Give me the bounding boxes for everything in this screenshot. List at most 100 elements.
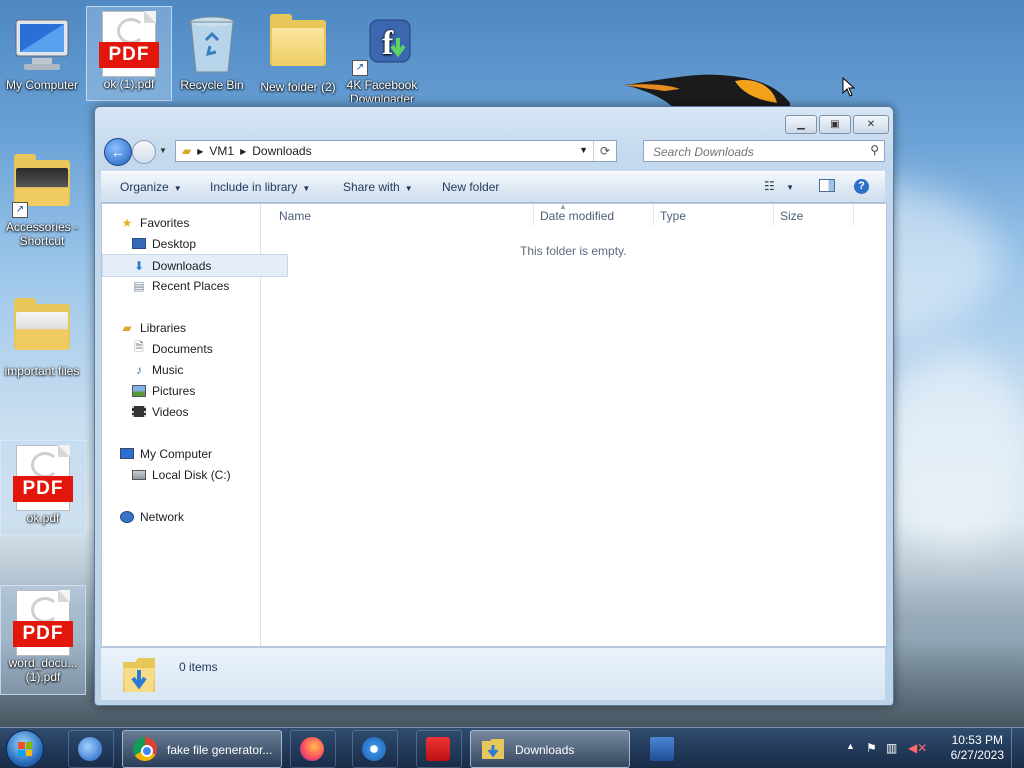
taskbar-explorer-window[interactable]: Downloads: [470, 730, 630, 768]
item-count: 0 items: [179, 660, 218, 674]
desktop-icon-word-docu-1-pdf[interactable]: PDF word_docu... (1).pdf: [0, 585, 86, 695]
minimize-button[interactable]: ▁: [785, 115, 817, 134]
svg-text:f: f: [382, 25, 394, 62]
nav-network[interactable]: Network: [102, 506, 278, 527]
search-box[interactable]: ⚲: [643, 140, 885, 162]
taskbar-chrome-window[interactable]: fake file generator...: [122, 730, 282, 768]
taskbar-pinned-tool[interactable]: [640, 730, 686, 768]
organize-menu[interactable]: Organize ▼: [120, 180, 182, 194]
chevron-down-icon: ▼: [786, 183, 795, 192]
taskbar-explorer-label: Downloads: [515, 743, 575, 757]
refresh-button[interactable]: ⟳: [593, 141, 616, 161]
desktop-icon-important-files[interactable]: important files: [0, 292, 84, 378]
desktop-icon-ok-pdf[interactable]: PDF ok.pdf: [0, 440, 86, 535]
nav-label: My Computer: [140, 446, 213, 461]
content-area: ★ Favorites Desktop ⬇ Downloads ▤ Recent Pl…: [101, 202, 887, 647]
taskbar-pinned-safari[interactable]: [352, 730, 398, 768]
empty-folder-message: This folder is empty.: [520, 244, 627, 258]
column-divider[interactable]: [653, 204, 654, 226]
maximize-button[interactable]: ▣: [819, 115, 851, 134]
back-arrow-icon: ←: [111, 144, 125, 160]
breadcrumb-downloads[interactable]: Downloads: [252, 144, 311, 158]
column-divider[interactable]: [533, 204, 534, 226]
libraries-icon: ▰: [122, 320, 132, 335]
help-button[interactable]: ?: [854, 178, 869, 194]
address-bar[interactable]: ▰ ▶ VM1 ▶ Downloads ▼ ⟳: [175, 140, 617, 162]
breadcrumb-vm1[interactable]: VM1: [209, 144, 234, 158]
pictures-icon: [132, 384, 146, 398]
network-status-icon[interactable]: ▥: [886, 741, 897, 755]
videos-icon: [132, 405, 146, 419]
column-header-date-modified[interactable]: Date modified: [540, 209, 614, 223]
desktop-icon-ok-1-pdf[interactable]: PDF ok (1).pdf: [86, 6, 172, 101]
close-icon: ✕: [866, 119, 876, 130]
nav-libraries[interactable]: ▰ Libraries: [102, 317, 278, 338]
desktop-icon-recycle-bin[interactable]: Recycle Bin: [170, 8, 254, 92]
nav-music[interactable]: ♪ Music: [102, 359, 290, 380]
breadcrumb-chevron-icon[interactable]: ▶: [197, 147, 203, 156]
desktop-icon-label: word_docu... (1).pdf: [8, 656, 78, 684]
nav-label: Libraries: [140, 320, 187, 335]
desktop-icon-my-computer[interactable]: My Computer: [0, 8, 84, 92]
clock[interactable]: 10:53 PM 6/27/2023: [951, 733, 1004, 763]
taskbar-pinned-network[interactable]: [68, 730, 114, 768]
address-dropdown-icon[interactable]: ▼: [579, 145, 588, 155]
taskbar-pinned-app[interactable]: [416, 730, 462, 768]
nav-pictures[interactable]: Pictures: [102, 380, 290, 401]
nav-favorites[interactable]: ★ Favorites: [102, 212, 278, 233]
new-folder-button[interactable]: New folder: [442, 180, 499, 194]
column-header-name[interactable]: Name: [279, 209, 311, 223]
navigation-pane: ★ Favorites Desktop ⬇ Downloads ▤ Recent Pl…: [102, 204, 288, 646]
pdf-file-icon: PDF: [97, 11, 161, 77]
column-divider[interactable]: [853, 204, 854, 226]
flag-icon[interactable]: ⚑: [866, 741, 877, 755]
close-button[interactable]: ✕: [853, 115, 889, 134]
column-header-size[interactable]: Size: [780, 209, 803, 223]
nav-videos[interactable]: Videos: [102, 401, 290, 422]
nav-desktop[interactable]: Desktop: [102, 233, 290, 254]
nav-label: Desktop: [152, 236, 197, 251]
volume-muted-icon[interactable]: ◀✕: [908, 741, 927, 755]
share-with-menu[interactable]: Share with ▼: [343, 180, 413, 194]
column-divider[interactable]: [773, 204, 774, 226]
search-input[interactable]: [651, 144, 855, 160]
desktop-icon-new-folder-2[interactable]: New folder (2): [256, 8, 340, 94]
column-header-type[interactable]: Type: [660, 209, 686, 223]
include-in-library-menu[interactable]: Include in library ▼: [210, 180, 310, 194]
network-globe-icon: [78, 737, 102, 761]
nav-recent-places[interactable]: ▤ Recent Places: [102, 275, 290, 296]
start-button[interactable]: [6, 730, 44, 768]
nav-local-disk-c[interactable]: Local Disk (C:): [102, 464, 290, 485]
desktop-icon-label: Accessories - Shortcut: [5, 220, 79, 248]
back-button[interactable]: ←: [104, 138, 132, 166]
desktop-icon-label: 4K Facebook Downloader: [346, 78, 418, 102]
desktop-icon-label: ok (1).pdf: [103, 77, 155, 91]
tool-icon: [650, 737, 674, 761]
desktop-icon-accessories-shortcut[interactable]: ↗ Accessories - Shortcut: [0, 148, 84, 248]
nav-label: Downloads: [152, 258, 212, 273]
taskbar-pinned-firefox[interactable]: [290, 730, 336, 768]
preview-pane-button[interactable]: [819, 179, 835, 195]
computer-icon: [10, 12, 74, 76]
show-hidden-icons-button[interactable]: ▲: [846, 741, 855, 751]
recent-places-icon: ▤: [133, 278, 145, 293]
breadcrumb-chevron-icon[interactable]: ▶: [240, 147, 246, 156]
nav-label: Local Disk (C:): [152, 467, 231, 482]
downloads-icon: ⬇: [133, 258, 145, 273]
organize-label: Organize: [120, 180, 169, 194]
recent-pages-dropdown[interactable]: ▼: [159, 146, 167, 155]
forward-button[interactable]: [132, 140, 156, 164]
nav-downloads[interactable]: ⬇ Downloads: [102, 254, 288, 277]
share-with-label: Share with: [343, 180, 400, 194]
folder-icon: [482, 739, 504, 759]
search-icon[interactable]: ⚲: [870, 143, 879, 157]
show-desktop-button[interactable]: [1011, 728, 1024, 768]
chevron-down-icon: ▼: [173, 184, 182, 193]
hard-drive-icon: [132, 468, 146, 482]
desktop-icon-4k-facebook-downloader[interactable]: f ↗ 4K Facebook Downloader: [340, 8, 424, 102]
view-options-button[interactable]: ☷ ▼: [764, 179, 794, 193]
taskbar-chrome-label: fake file generator...: [167, 743, 273, 757]
nav-my-computer[interactable]: My Computer: [102, 443, 278, 464]
compass-icon: [362, 737, 386, 761]
nav-documents[interactable]: 🗎 Documents: [102, 338, 290, 359]
